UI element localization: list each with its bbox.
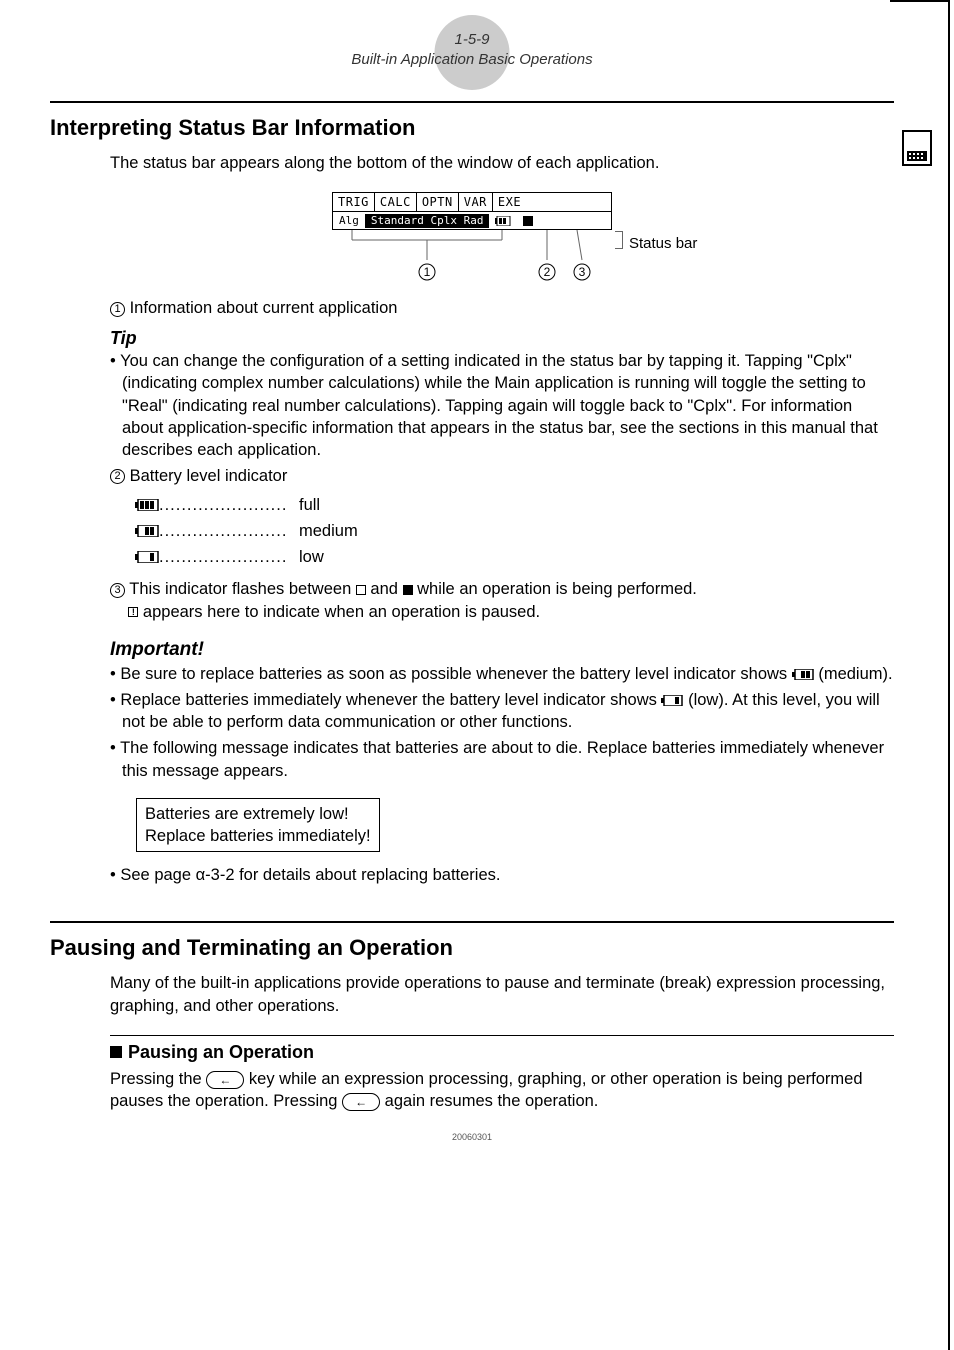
msg-line-1: Batteries are extremely low! xyxy=(145,803,371,825)
imp1-b: (medium). xyxy=(814,665,893,683)
sub-heading-text: Pausing an Operation xyxy=(128,1042,314,1062)
svg-text:1: 1 xyxy=(424,265,431,279)
item-2: 2 Battery level indicator xyxy=(110,465,894,487)
tip-list: You can change the configuration of a se… xyxy=(110,350,894,461)
body-a: Pressing the xyxy=(110,1070,206,1088)
sub-heading-rule xyxy=(110,1035,894,1036)
footer-date: 20060301 xyxy=(50,1131,894,1143)
circled-1-icon: 1 xyxy=(110,302,125,317)
msg-line-2: Replace batteries immediately! xyxy=(145,825,371,847)
item-3-text-a: This indicator flashes between xyxy=(129,580,356,598)
back-arrow-key-icon: ← xyxy=(206,1071,244,1089)
figure-tab: EXE xyxy=(493,193,526,211)
brace-line xyxy=(615,231,623,249)
battery-low-icon xyxy=(135,551,159,563)
important-bullet-3: The following message indicates that bat… xyxy=(110,737,894,782)
svg-text:2: 2 xyxy=(544,265,551,279)
battery-medium-label: medium xyxy=(299,520,358,542)
status-bar-label: Status bar xyxy=(629,234,697,254)
important-bullet-2: Replace batteries immediately whenever t… xyxy=(110,689,894,734)
section-intro: The status bar appears along the bottom … xyxy=(110,152,894,174)
circled-3-icon: 3 xyxy=(110,583,125,598)
section-heading-interpreting: Interpreting Status Bar Information xyxy=(50,113,894,143)
back-arrow-key-icon: ← xyxy=(342,1093,380,1111)
status-seg-batt xyxy=(489,214,517,229)
body-c: again resumes the operation. xyxy=(380,1092,598,1110)
battery-medium-icon xyxy=(792,669,814,680)
battery-level-list: ....................... full ...........… xyxy=(135,494,894,569)
tip-heading: Tip xyxy=(110,326,894,350)
status-seg-alg: Alg xyxy=(333,214,365,229)
see-also-list: See page α-3-2 for details about replaci… xyxy=(110,864,894,886)
figure-tab: TRIG xyxy=(333,193,375,211)
item-3-text-b: and xyxy=(366,580,403,598)
see-also: See page α-3-2 for details about replaci… xyxy=(110,864,894,886)
important-bullet-1: Be sure to replace batteries as soon as … xyxy=(110,663,894,685)
callout-lines: 1 2 3 xyxy=(332,230,612,285)
section-intro-2: Many of the built-in applications provid… xyxy=(110,972,894,1017)
black-square-icon xyxy=(110,1046,122,1058)
empty-square-icon xyxy=(356,585,366,595)
svg-text:3: 3 xyxy=(579,265,586,279)
imp2-a: Replace batteries immediately whenever t… xyxy=(120,691,661,709)
low-battery-message-box: Batteries are extremely low! Replace bat… xyxy=(136,798,380,853)
page-section-title: Built-in Application Basic Operations xyxy=(50,50,894,70)
circled-2-icon: 2 xyxy=(110,469,125,484)
item-3: 3 This indicator flashes between and whi… xyxy=(110,578,894,623)
battery-low-label: low xyxy=(299,546,324,568)
figure-tab: OPTN xyxy=(417,193,459,211)
filled-square-icon xyxy=(403,585,413,595)
figure-status-bar: Alg Standard Cplx Rad Status bar xyxy=(332,212,612,230)
run-indicator-icon xyxy=(523,216,533,226)
item-1: 1 Information about current application xyxy=(110,297,894,319)
figure-tabs-row: TRIG CALC OPTN VAR EXE xyxy=(332,192,612,212)
battery-full-label: full xyxy=(299,494,320,516)
pausing-body: Pressing the ← key while an expression p… xyxy=(110,1068,894,1113)
imp1-a: Be sure to replace batteries as soon as … xyxy=(120,665,791,683)
battery-full-icon xyxy=(135,499,159,511)
heading-rule xyxy=(50,921,894,923)
item-3-text-c: while an operation is being performed. xyxy=(413,580,697,598)
section-heading-pausing: Pausing and Terminating an Operation xyxy=(50,933,894,963)
status-seg-mode: Standard Cplx Rad xyxy=(365,214,490,229)
status-bar-figure: TRIG CALC OPTN VAR EXE Alg Standard Cplx… xyxy=(50,192,894,285)
item-3-text-d: appears here to indicate when an operati… xyxy=(138,603,540,621)
important-heading: Important! xyxy=(110,637,894,663)
figure-tab: CALC xyxy=(375,193,417,211)
sub-heading-pausing: Pausing an Operation xyxy=(110,1040,894,1064)
battery-low-icon xyxy=(661,695,683,706)
heading-rule xyxy=(50,101,894,103)
figure-tab: VAR xyxy=(459,193,493,211)
item-1-text: Information about current application xyxy=(130,299,398,317)
battery-medium-icon xyxy=(135,525,159,537)
status-seg-run xyxy=(517,214,539,229)
page-number-top: 1-5-9 xyxy=(50,30,894,50)
item-2-text: Battery level indicator xyxy=(130,467,288,485)
important-list: Be sure to replace batteries as soon as … xyxy=(110,663,894,782)
tip-bullet: You can change the configuration of a se… xyxy=(110,350,894,461)
page-header: 1-5-9 Built-in Application Basic Operati… xyxy=(50,30,894,71)
pause-square-icon: ! xyxy=(128,607,138,617)
